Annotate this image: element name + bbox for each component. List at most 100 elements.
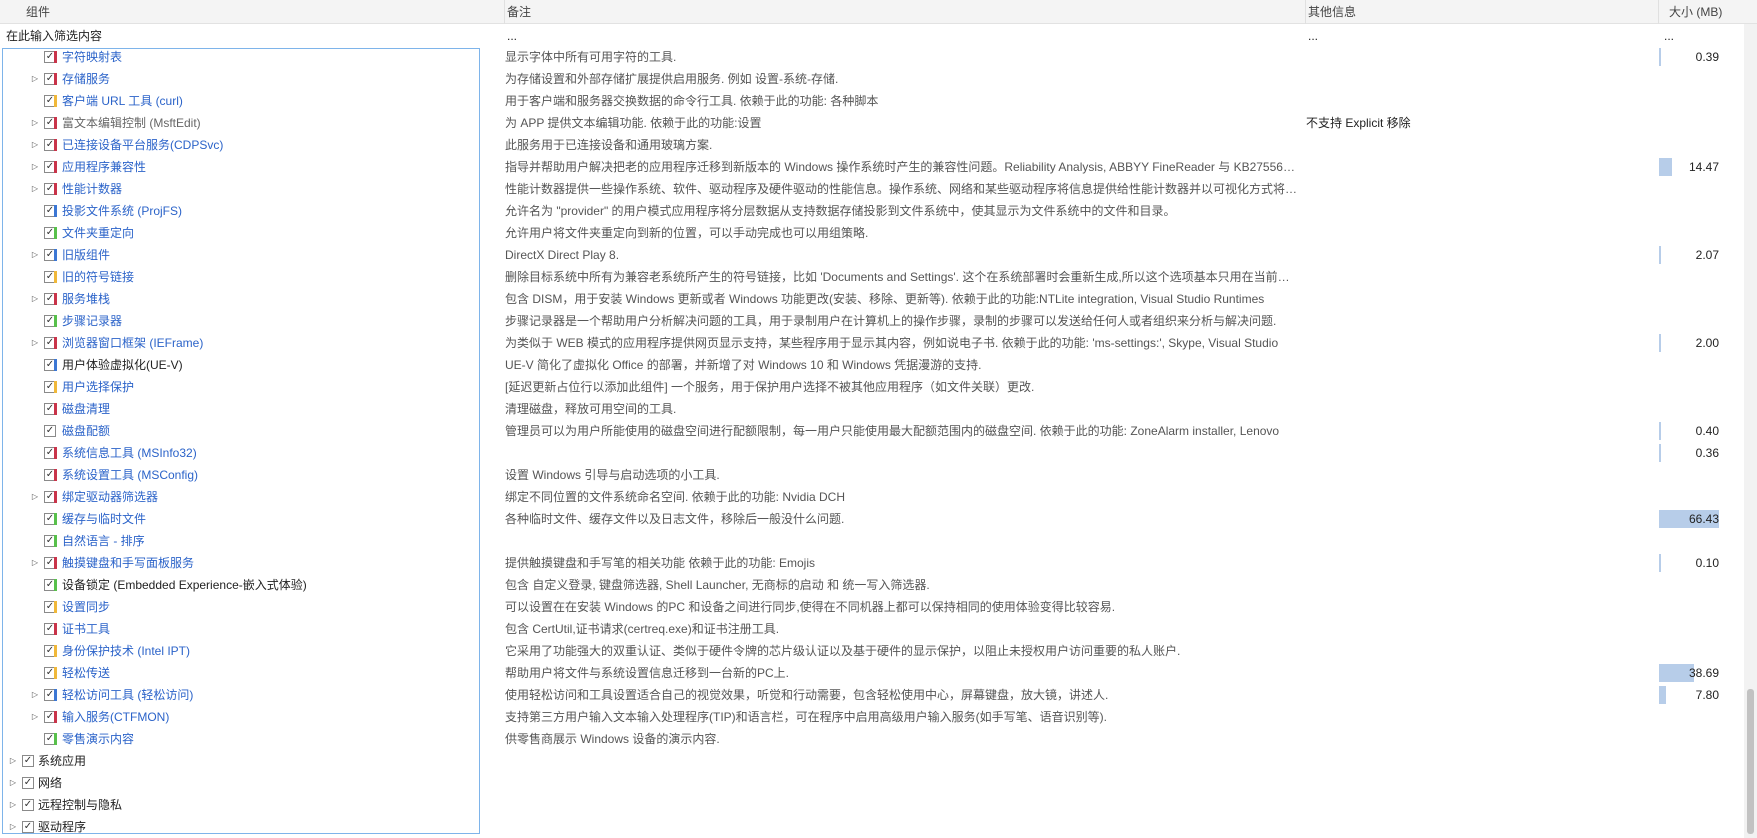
table-row[interactable]: ▷ ✓ 性能计数器 性能计数器提供一些操作系统、软件、驱动程序及硬件驱动的性能信息。操… (0, 178, 1757, 200)
table-row[interactable]: ✓ 投影文件系统 (ProjFS) 允许名为 "provider" 的用户模式应用程… (0, 200, 1757, 222)
filter-notes[interactable]: ... (507, 24, 517, 48)
status-color-mark (54, 733, 57, 745)
table-row[interactable]: ✓ 缓存与临时文件 各种临时文件、缓存文件以及日志文件，移除后一般没什么问题. 66.… (0, 508, 1757, 530)
table-row[interactable]: ▷ ✓ 驱动程序 (0, 816, 1757, 838)
expand-arrow-icon[interactable]: ▷ (29, 178, 41, 200)
table-row[interactable]: ✓ 磁盘清理 清理磁盘，释放可用空间的工具. (0, 398, 1757, 420)
expand-arrow-icon[interactable]: ▷ (29, 486, 41, 508)
row-note (505, 442, 1298, 464)
row-size (1659, 178, 1719, 200)
table-row[interactable]: ✓ 磁盘配额 管理员可以为用户所能使用的磁盘空间进行配额限制，每一用户只能使用最大配… (0, 420, 1757, 442)
row-size (1659, 816, 1719, 838)
status-color-mark (54, 579, 57, 591)
table-row[interactable]: ✓ 客户端 URL 工具 (curl) 用于客户端和服务器交换数据的命令行工具. 依… (0, 90, 1757, 112)
row-size (1659, 772, 1719, 794)
table-row[interactable]: ▷ ✓ 已连接设备平台服务(CDPSvc) 此服务用于已连接设备和通用玻璃方案. (0, 134, 1757, 156)
row-component-label: 输入服务(CTFMON) (62, 710, 170, 724)
row-checkbox[interactable]: ✓ (22, 799, 34, 811)
table-row[interactable]: ✓ 用户体验虚拟化(UE-V) UE-V 简化了虚拟化 Office 的部署，并新增… (0, 354, 1757, 376)
row-component-label: 身份保护技术 (Intel IPT) (62, 644, 191, 658)
table-row[interactable]: ▷ ✓ 浏览器窗口框架 (IEFrame) 为类似于 WEB 模式的应用程序提供网页显… (0, 332, 1757, 354)
table-row[interactable]: ✓ 零售演示内容 供零售商展示 Windows 设备的演示内容. (0, 728, 1757, 750)
expand-arrow-icon[interactable]: ▷ (29, 68, 41, 90)
expand-arrow-icon[interactable]: ▷ (7, 772, 19, 794)
table-row[interactable]: ✓ 系统信息工具 (MSInfo32) 0.36 (0, 442, 1757, 464)
row-checkbox[interactable]: ✓ (22, 821, 34, 833)
table-row[interactable]: ✓ 证书工具 包含 CertUtil,证书请求(certreq.exe)和证书注册工… (0, 618, 1757, 640)
filter-info[interactable]: ... (1308, 24, 1318, 48)
row-note: 提供触摸键盘和手写笔的相关功能 依赖于此的功能: Emojis (505, 556, 816, 570)
table-row[interactable]: ▷ ✓ 服务堆栈 包含 DISM，用于安装 Windows 更新或者 Windows … (0, 288, 1757, 310)
scrollbar-thumb[interactable] (1747, 689, 1754, 834)
row-size (1659, 750, 1719, 772)
table-row[interactable]: ▷ ✓ 触摸键盘和手写面板服务 提供触摸键盘和手写笔的相关功能 依赖于此的功能: Em… (0, 552, 1757, 574)
table-row[interactable]: ▷ ✓ 网络 (0, 772, 1757, 794)
table-row[interactable]: ▷ ✓ 应用程序兼容性 指导并帮助用户解决把老的应用程序迁移到新版本的 Windows… (0, 156, 1757, 178)
table-row[interactable]: ✓ 系统设置工具 (MSConfig) 设置 Windows 引导与启动选项的小工具… (0, 464, 1757, 486)
expand-arrow-icon[interactable]: ▷ (29, 134, 41, 156)
row-note (505, 530, 1298, 552)
expand-arrow-icon[interactable]: ▷ (29, 332, 41, 354)
filter-size[interactable]: ... (1664, 24, 1674, 48)
table-row[interactable]: ▷ ✓ 存储服务 为存储设置和外部存储扩展提供启用服务. 例如 设置-系统-存储. (0, 68, 1757, 90)
expand-arrow-icon[interactable]: ▷ (29, 156, 41, 178)
filter-row: ... ... ... (0, 24, 1757, 48)
table-row[interactable]: ✓ 字符映射表 显示字体中所有可用字符的工具. 0.39 (0, 46, 1757, 68)
expand-arrow-icon[interactable]: ▷ (29, 552, 41, 574)
row-component-label: 磁盘清理 (62, 402, 111, 416)
vertical-scrollbar[interactable] (1744, 24, 1757, 838)
row-component-label: 存储服务 (62, 72, 111, 86)
status-color-mark (54, 161, 57, 173)
row-component-label: 自然语言 - 排序 (62, 534, 145, 548)
column-header-info[interactable]: 其他信息 (1306, 0, 1659, 24)
status-color-mark (54, 645, 57, 657)
table-row[interactable]: ✓ 旧的符号链接 删除目标系统中所有为兼容老系统所产生的符号链接，比如 'Docum… (0, 266, 1757, 288)
row-component-label: 零售演示内容 (62, 732, 135, 746)
expand-arrow-icon[interactable]: ▷ (7, 794, 19, 816)
table-row[interactable]: ▷ ✓ 远程控制与隐私 (0, 794, 1757, 816)
expand-arrow-icon[interactable]: ▷ (7, 816, 19, 838)
size-value: 0.39 (1695, 50, 1719, 64)
row-checkbox[interactable]: ✓ (22, 755, 34, 767)
row-note: 设置 Windows 引导与启动选项的小工具. (505, 468, 720, 482)
table-row[interactable]: ▷ ✓ 旧版组件 DirectX Direct Play 8. 2.07 (0, 244, 1757, 266)
column-header-size[interactable]: 大小 (MB) (1659, 0, 1744, 24)
row-checkbox[interactable]: ✓ (44, 425, 56, 437)
expand-arrow-icon[interactable]: ▷ (29, 112, 41, 134)
row-note: 为 APP 提供文本编辑功能. 依赖于此的功能:设置 (505, 116, 762, 130)
table-row[interactable]: ✓ 身份保护技术 (Intel IPT) 它采用了功能强大的双重认证、类似于硬件令牌… (0, 640, 1757, 662)
column-header-component[interactable]: 组件 (0, 0, 505, 24)
row-size (1659, 618, 1719, 640)
row-component-label: 文件夹重定向 (62, 226, 135, 240)
table-row[interactable]: ✓ 文件夹重定向 允许用户将文件夹重定向到新的位置，可以手动完成也可以用组策略. (0, 222, 1757, 244)
size-value: 0.10 (1695, 556, 1719, 570)
table-row[interactable]: ▷ ✓ 富文本编辑控制 (MsftEdit) 为 APP 提供文本编辑功能. 依赖于此… (0, 112, 1757, 134)
table-row[interactable]: ✓ 自然语言 - 排序 (0, 530, 1757, 552)
row-component-label: 网络 (38, 776, 63, 790)
table-row[interactable]: ✓ 轻松传送 帮助用户将文件与系统设置信息迁移到一台新的PC上. 38.69 (0, 662, 1757, 684)
expand-arrow-icon[interactable]: ▷ (7, 750, 19, 772)
table-row[interactable]: ✓ 步骤记录器 步骤记录器是一个帮助用户分析解决问题的工具，用于录制用户在计算机上的… (0, 310, 1757, 332)
table-row[interactable]: ▷ ✓ 输入服务(CTFMON) 支持第三方用户输入文本输入处理程序(TIP)和语言栏… (0, 706, 1757, 728)
column-header-notes[interactable]: 备注 (505, 0, 1306, 24)
row-note: 步骤记录器是一个帮助用户分析解决问题的工具，用于录制用户在计算机上的操作步骤，录… (505, 314, 1277, 328)
table-row[interactable]: ✓ 用户选择保护 [延迟更新占位行以添加此组件] 一个服务，用于保护用户选择不被其他… (0, 376, 1757, 398)
row-component-label: 磁盘配额 (62, 424, 111, 438)
table-row[interactable]: ▷ ✓ 绑定驱动器筛选器 绑定不同位置的文件系统命名空间. 依赖于此的功能: Nvid… (0, 486, 1757, 508)
expand-arrow-icon[interactable]: ▷ (29, 288, 41, 310)
expand-arrow-icon[interactable]: ▷ (29, 244, 41, 266)
table-row[interactable]: ▷ ✓ 系统应用 (0, 750, 1757, 772)
table-row[interactable]: ✓ 设置同步 可以设置在在安装 Windows 的PC 和设备之间进行同步,使得在不… (0, 596, 1757, 618)
row-component-label: 字符映射表 (62, 50, 123, 64)
table-row[interactable]: ✓ 设备锁定 (Embedded Experience-嵌入式体验) 包含 自定义登… (0, 574, 1757, 596)
expand-arrow-icon[interactable]: ▷ (29, 684, 41, 706)
filter-input[interactable] (6, 28, 476, 44)
row-note: 为类似于 WEB 模式的应用程序提供网页显示支持，某些程序用于显示其内容，例如说… (505, 336, 1279, 350)
row-size (1659, 134, 1719, 156)
expand-arrow-icon[interactable]: ▷ (29, 706, 41, 728)
size-bar (1659, 334, 1661, 352)
table-row[interactable]: ▷ ✓ 轻松访问工具 (轻松访问) 使用轻松访问和工具设置适合自己的视觉效果，听觉和行… (0, 684, 1757, 706)
row-note (505, 794, 1298, 816)
row-note: 各种临时文件、缓存文件以及日志文件，移除后一般没什么问题. (505, 512, 845, 526)
row-checkbox[interactable]: ✓ (22, 777, 34, 789)
